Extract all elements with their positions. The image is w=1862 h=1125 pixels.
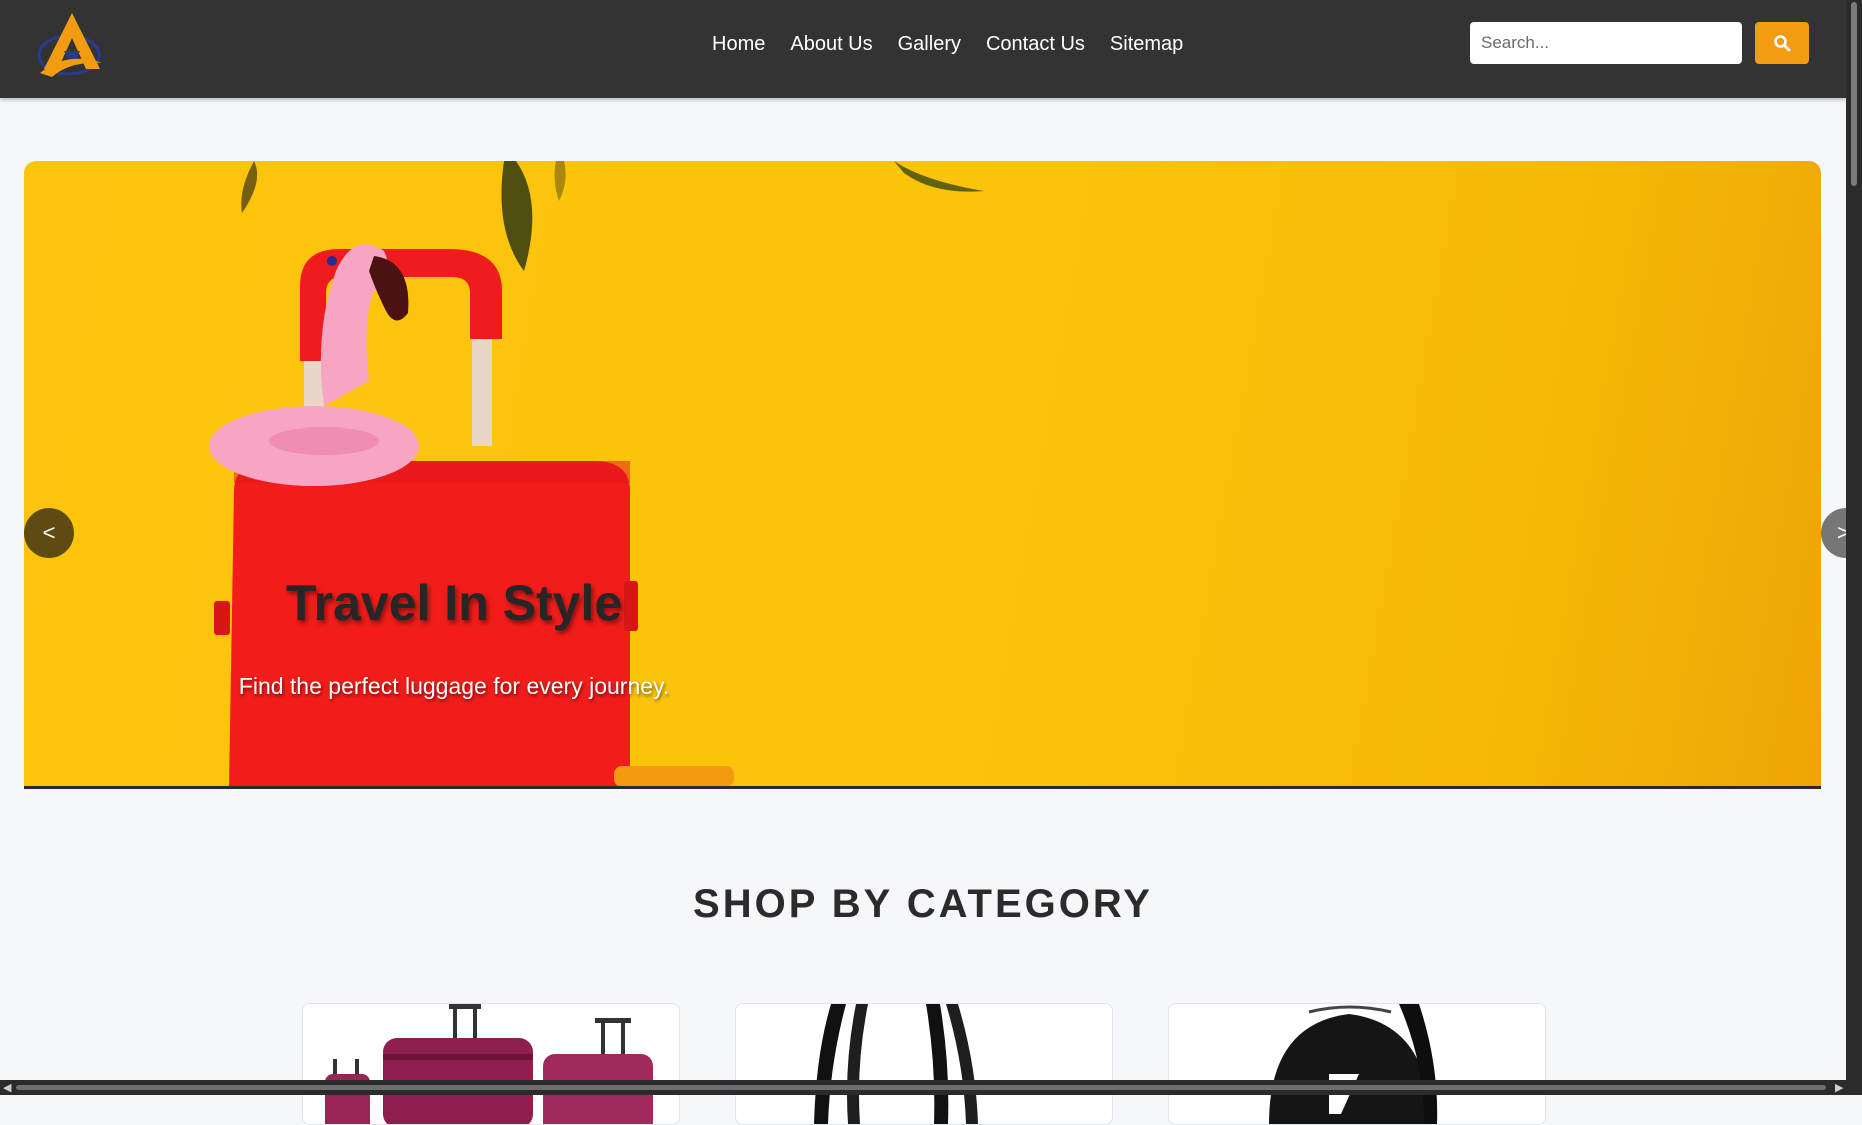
category-card-suitcases[interactable] — [302, 1003, 680, 1125]
hero-subtitle: Find the perfect luggage for every journ… — [238, 673, 670, 699]
logo-icon[interactable] — [36, 11, 108, 79]
search-button[interactable] — [1755, 22, 1809, 64]
slider-prev-button[interactable]: < — [24, 508, 74, 558]
search-input[interactable] — [1470, 22, 1742, 64]
site-header: Home About Us Gallery Contact Us Sitemap — [0, 0, 1846, 98]
category-card-backpacks[interactable] — [1168, 1003, 1546, 1125]
nav-link-about-us[interactable]: About Us — [790, 29, 872, 59]
category-card-handbags[interactable] — [735, 1003, 1113, 1125]
main-nav: Home About Us Gallery Contact Us Sitemap — [712, 29, 1183, 59]
vertical-scrollbar-thumb[interactable] — [1851, 2, 1857, 186]
horizontal-scrollbar-thumb[interactable] — [16, 1085, 1826, 1090]
handbag-image — [814, 1004, 978, 1124]
vertical-scrollbar[interactable] — [1846, 0, 1862, 1080]
hero-slider: Travel In Style Find the perfect luggage… — [24, 161, 1821, 787]
nav-link-sitemap[interactable]: Sitemap — [1110, 29, 1183, 59]
horizontal-scrollbar[interactable]: ◀ ▶ — [0, 1080, 1862, 1095]
search-icon — [1774, 35, 1791, 52]
hero-divider — [24, 786, 1821, 789]
scroll-right-icon[interactable]: ▶ — [1835, 1081, 1843, 1094]
scroll-left-icon[interactable]: ◀ — [3, 1081, 11, 1094]
nav-link-home[interactable]: Home — [712, 29, 765, 59]
backpack-image — [1269, 1004, 1438, 1124]
suitcases-image — [325, 1004, 653, 1124]
chevron-left-icon: < — [42, 520, 56, 545]
section-title: SHOP BY CATEGORY — [693, 882, 1153, 926]
hero-title: Travel In Style — [285, 575, 623, 631]
nav-link-contact-us[interactable]: Contact Us — [986, 29, 1085, 59]
nav-link-gallery[interactable]: Gallery — [898, 29, 961, 59]
